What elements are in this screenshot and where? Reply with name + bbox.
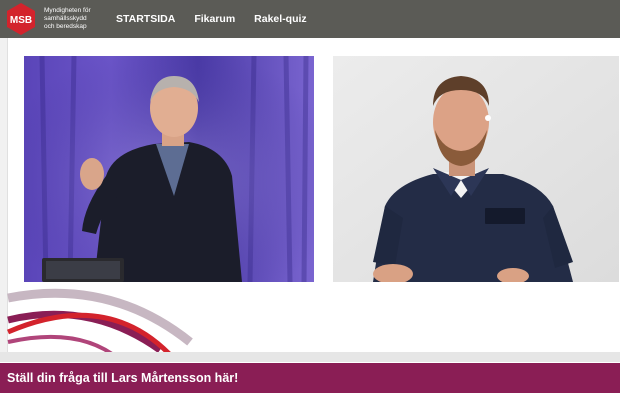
- bottom-edge: [0, 393, 620, 400]
- logo-letters: MSB: [10, 15, 32, 26]
- nav-item-fikarum[interactable]: Fikarum: [194, 13, 235, 25]
- logo-tagline-line: Myndigheten för: [44, 7, 91, 14]
- presenter-right-image: [333, 56, 619, 282]
- logo-tagline-line: och beredskap: [44, 23, 87, 30]
- logo-tagline: Myndigheten för samhällsskydd och bereds…: [44, 7, 108, 31]
- ask-question-label: Ställ din fråga till Lars Mårtensson här…: [7, 371, 239, 385]
- top-header: MSB Myndigheten för samhällsskydd och be…: [0, 0, 620, 38]
- main-nav: STARTSIDA Fikarum Rakel-quiz: [116, 13, 326, 25]
- video-tile-left[interactable]: [24, 56, 314, 282]
- ask-question-banner[interactable]: Ställ din fråga till Lars Mårtensson här…: [0, 363, 620, 393]
- decorative-arcs: [7, 288, 193, 360]
- bottom-divider: [0, 352, 620, 362]
- video-tile-right[interactable]: [333, 56, 619, 282]
- nav-item-rakel-quiz[interactable]: Rakel-quiz: [254, 13, 307, 25]
- logo-tagline-line: samhällsskydd: [44, 15, 87, 22]
- msb-logo[interactable]: MSB Myndigheten för samhällsskydd och be…: [4, 2, 108, 36]
- msb-logo-icon: MSB: [7, 3, 35, 35]
- presenter-left-image: [24, 56, 314, 282]
- nav-item-startsida[interactable]: STARTSIDA: [116, 13, 175, 25]
